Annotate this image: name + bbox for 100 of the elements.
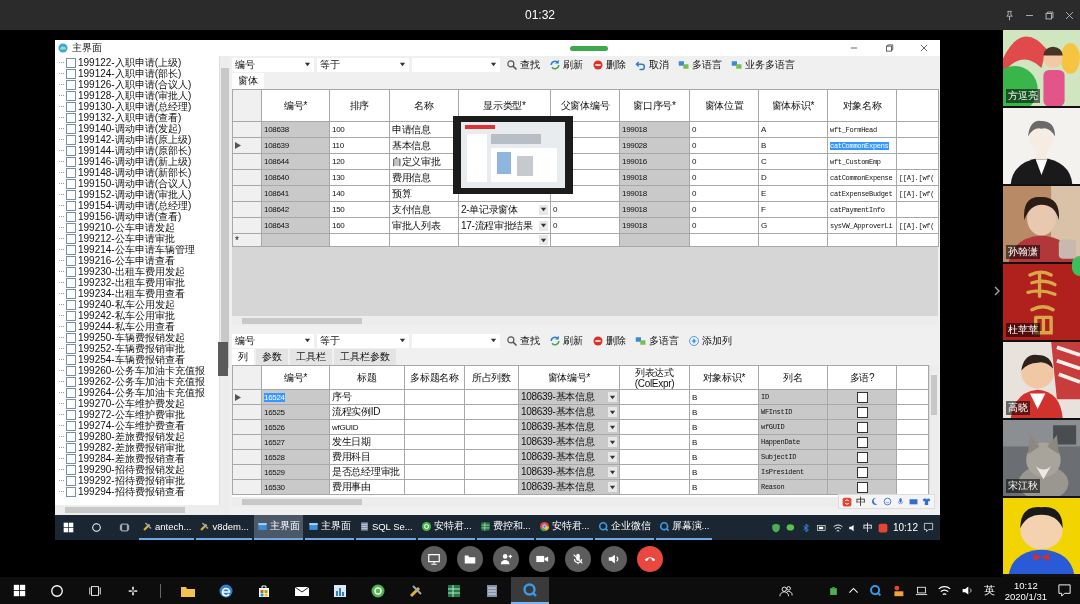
checkbox[interactable]	[66, 486, 76, 497]
tree-item[interactable]: 199232-出租车费用审批	[78, 277, 185, 288]
tree-item[interactable]: 199148-调动申请(新部长)	[78, 167, 192, 178]
tree-item[interactable]: 199242-私车公用审批	[78, 310, 175, 321]
tree-item[interactable]: 199210-公车申请发起	[78, 222, 175, 233]
tree-item[interactable]: 199216-公车申请查看	[78, 255, 175, 266]
checkbox[interactable]	[856, 451, 868, 463]
checkbox[interactable]	[66, 90, 76, 101]
tree-item[interactable]: 199142-调动申请(原上级)	[78, 134, 192, 145]
tree-item[interactable]: 199124-入职申请(部长)	[78, 68, 182, 79]
refresh-button[interactable]: 刷新	[546, 57, 586, 72]
dropdown-field[interactable]: 108639-基本信息	[521, 465, 617, 479]
value-field[interactable]	[412, 57, 500, 72]
checkbox[interactable]	[66, 475, 76, 486]
add-column-button[interactable]: 添加列	[685, 333, 735, 348]
tree-item[interactable]: 199214-公车申请车辆管理	[78, 244, 195, 255]
tree-item[interactable]: 199274-公车维护费查看	[78, 420, 185, 431]
column-header[interactable]: 列名	[758, 365, 828, 390]
tree-item[interactable]: 199128-入职申请(审批人)	[78, 90, 192, 101]
checkbox[interactable]	[66, 233, 76, 244]
checkbox[interactable]	[66, 453, 76, 464]
checkbox[interactable]	[66, 398, 76, 409]
taskbar-app[interactable]: 安特君...	[417, 515, 475, 540]
column-header[interactable]: 多标题名称	[404, 365, 465, 390]
checkbox[interactable]	[66, 244, 76, 255]
language-button[interactable]: 多语言	[675, 57, 725, 72]
delete-button[interactable]: 删除	[589, 57, 629, 72]
checkbox[interactable]	[66, 365, 76, 376]
tree-item[interactable]: 199282-差旅费报销审批	[78, 442, 185, 453]
column-header[interactable]: 窗体位置	[689, 89, 759, 122]
tree-item[interactable]: 199250-车辆费报销发起	[78, 332, 185, 343]
taskbar-app[interactable]: 安特君...	[535, 515, 593, 540]
column-header[interactable]: 窗体编号*	[518, 365, 620, 390]
tree-item[interactable]: 199154-调动申请(总经理)	[78, 200, 192, 211]
checkbox[interactable]	[66, 431, 76, 442]
column-header[interactable]: 对象名称	[827, 89, 897, 122]
checkbox[interactable]	[66, 134, 76, 145]
checkbox[interactable]	[66, 409, 76, 420]
column-header[interactable]: 列表达式(ColExpr)	[619, 365, 690, 390]
tree-item[interactable]: 199294-招待费报销查看	[78, 486, 185, 497]
scrollbar[interactable]	[929, 365, 938, 497]
tree-item[interactable]: 199290-招待费报销发起	[78, 464, 185, 475]
checkbox[interactable]	[66, 321, 76, 332]
checkbox[interactable]	[66, 68, 76, 79]
column-header[interactable]: 多语?	[827, 365, 897, 390]
checkbox[interactable]	[66, 310, 76, 321]
dropdown-field[interactable]: 108639-基本信息	[521, 390, 617, 404]
taskbar-app[interactable]: 费控和...	[476, 515, 534, 540]
tab[interactable]: 参数	[256, 349, 288, 365]
checkbox[interactable]	[66, 376, 76, 387]
tree-item[interactable]: 199284-差旅费报销查看	[78, 453, 185, 464]
taskbar-app[interactable]: 屏幕演...	[655, 515, 713, 540]
share-screen-button[interactable]	[421, 545, 447, 572]
checkbox[interactable]	[66, 167, 76, 178]
search-button[interactable]: 查找	[503, 333, 543, 348]
taskbar-app[interactable]: 主界面	[304, 515, 354, 540]
camera-button[interactable]	[529, 545, 555, 572]
checkbox[interactable]	[856, 436, 868, 448]
checkbox[interactable]	[66, 343, 76, 354]
checkbox[interactable]	[66, 464, 76, 475]
checkbox[interactable]	[66, 332, 76, 343]
tab[interactable]: 列	[232, 349, 254, 365]
dropdown[interactable]: 编号	[232, 57, 314, 72]
taskbar-app[interactable]: SQL Se...	[355, 515, 416, 540]
tree-item[interactable]: 199152-调动申请(审批人)	[78, 189, 192, 200]
column-header[interactable]: 所占列数	[464, 365, 519, 390]
tree-item[interactable]: 199126-入职申请(合议人)	[78, 79, 192, 90]
delete-button[interactable]: 删除	[589, 333, 629, 348]
taskbar-app[interactable]: 主界面	[253, 515, 303, 540]
checkbox[interactable]	[66, 178, 76, 189]
column-header[interactable]: 编号*	[261, 365, 330, 390]
dropdown-field[interactable]: 2-单记录窗体	[461, 202, 548, 217]
dropdown[interactable]: 编号	[232, 333, 314, 348]
tree-item[interactable]: 199144-调动申请(原部长)	[78, 145, 192, 156]
tree-item[interactable]: 199230-出租车费用发起	[78, 266, 185, 277]
checkbox[interactable]	[66, 387, 76, 398]
tree-item[interactable]: 199234-出租车费用查看	[78, 288, 185, 299]
column-header[interactable]: 父窗体编号	[550, 89, 620, 122]
tab[interactable]: 工具栏	[290, 349, 332, 365]
checkbox[interactable]	[66, 222, 76, 233]
tree-item[interactable]: 199262-公务车加油卡充值报	[78, 376, 205, 387]
tree-item[interactable]: 199132-入职申请(查看)	[78, 112, 182, 123]
refresh-button[interactable]: 刷新	[546, 333, 586, 348]
column-header[interactable]: 名称	[389, 89, 459, 122]
language-button[interactable]: 业务多语言	[728, 57, 798, 72]
dropdown-field[interactable]: 108639-基本信息	[521, 420, 617, 434]
tree-item[interactable]: 199156-调动申请(查看)	[78, 211, 182, 222]
checkbox[interactable]	[66, 156, 76, 167]
tree-item[interactable]: 199260-公务车加油卡充值报	[78, 365, 205, 376]
file-button[interactable]	[457, 545, 483, 572]
tree-item[interactable]: 199254-车辆费报销查看	[78, 354, 185, 365]
checkbox[interactable]	[66, 123, 76, 134]
tree-item[interactable]: 199212-公车申请审批	[78, 233, 175, 244]
cancel-button[interactable]: 取消	[632, 57, 672, 72]
column-header[interactable]: 窗口序号*	[619, 89, 690, 122]
add-button[interactable]	[1072, 256, 1080, 276]
checkbox[interactable]	[66, 57, 76, 68]
checkbox[interactable]	[66, 442, 76, 453]
checkbox[interactable]	[66, 354, 76, 365]
checkbox[interactable]	[66, 255, 76, 266]
